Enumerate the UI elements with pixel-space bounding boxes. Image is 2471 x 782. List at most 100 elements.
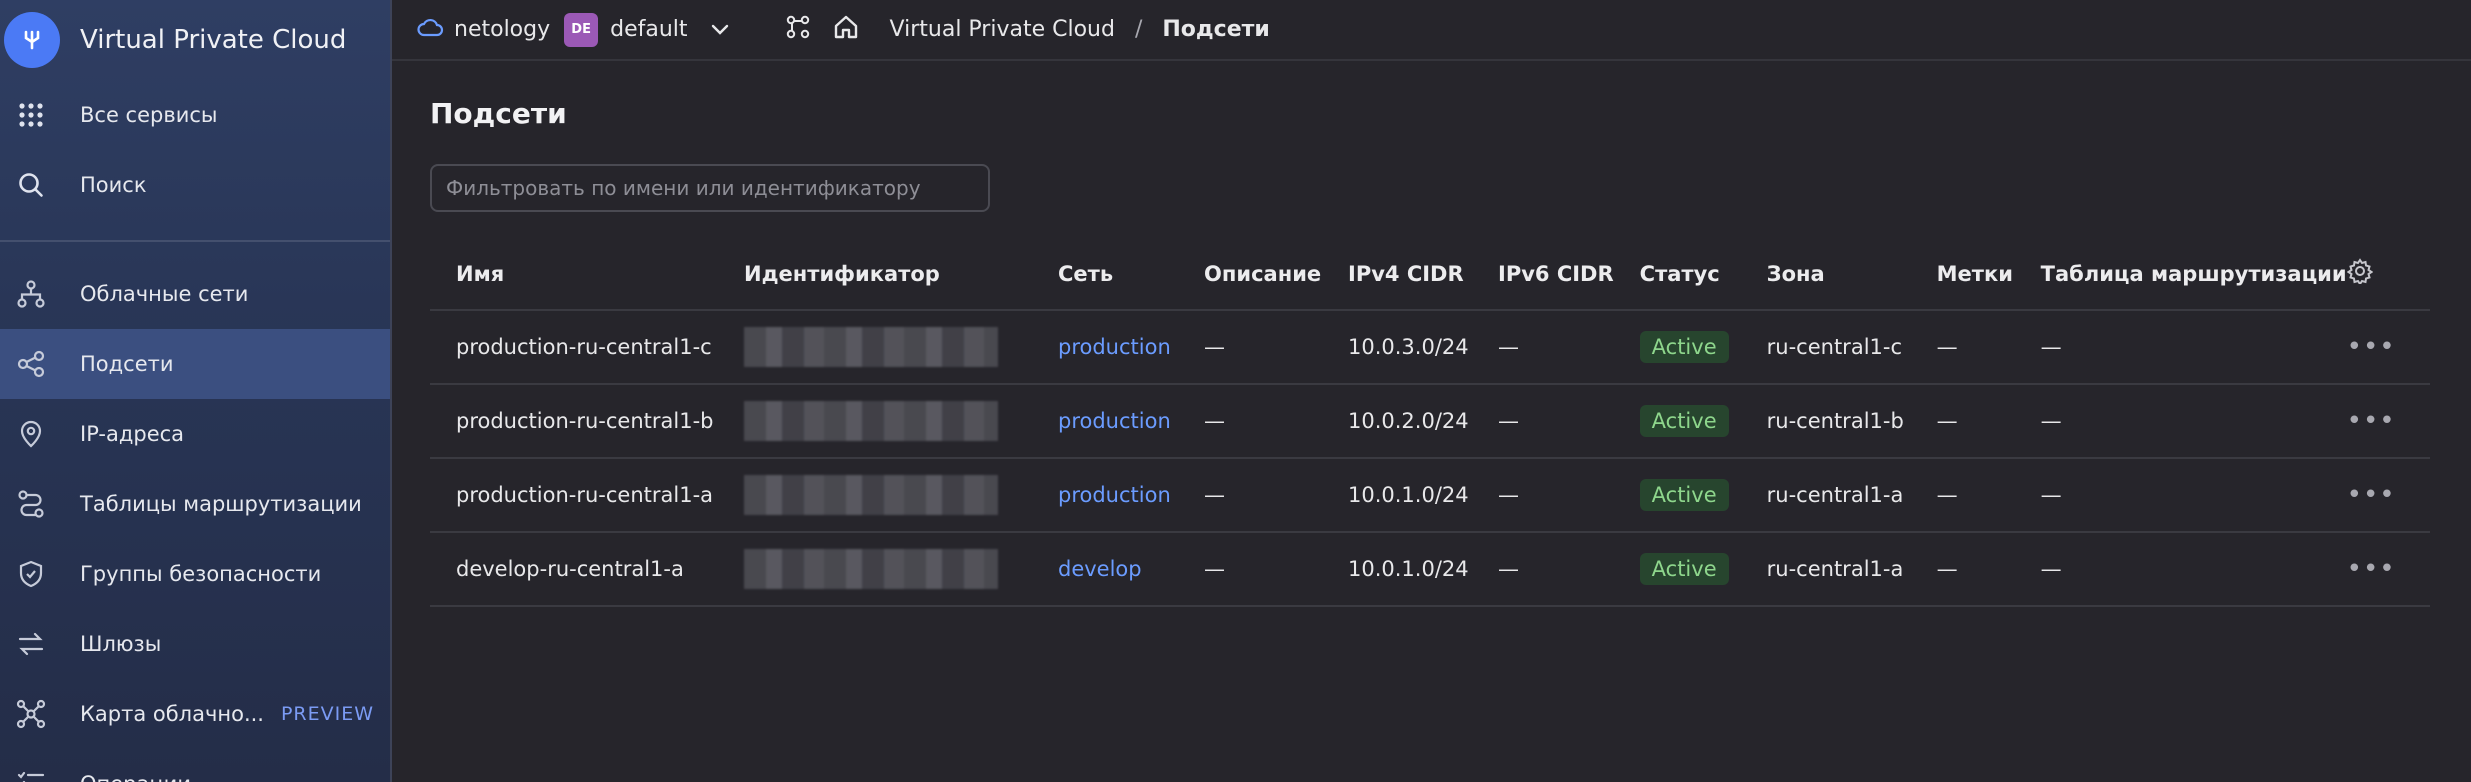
sidebar-item-label: Таблицы маршрутизации bbox=[80, 492, 362, 516]
location-pin-icon bbox=[16, 419, 46, 449]
route-icon bbox=[16, 489, 46, 519]
cell-zone: ru-central1-a bbox=[1740, 458, 1911, 533]
cell-actions[interactable]: ••• bbox=[2346, 532, 2430, 607]
cell-ipv4: 10.0.3.0/24 bbox=[1322, 310, 1472, 385]
column-header-ipv6[interactable]: IPv6 CIDR bbox=[1472, 238, 1614, 311]
cell-zone: ru-central1-b bbox=[1740, 384, 1911, 459]
grid-icon bbox=[16, 100, 46, 130]
cell-zone: ru-central1-a bbox=[1740, 532, 1911, 607]
cell-labels: — bbox=[1910, 310, 2015, 385]
cell-ipv6: — bbox=[1472, 310, 1614, 385]
subnet-icon bbox=[16, 349, 46, 379]
filter-input[interactable] bbox=[430, 164, 990, 212]
shield-icon bbox=[16, 559, 46, 589]
sidebar-header[interactable]: Virtual Private Cloud bbox=[0, 0, 390, 80]
cell-ipv4: 10.0.1.0/24 bbox=[1322, 532, 1472, 607]
cell-ipv4: 10.0.1.0/24 bbox=[1322, 458, 1472, 533]
cell-actions[interactable]: ••• bbox=[2346, 310, 2430, 385]
cell-route-table: — bbox=[2014, 532, 2347, 607]
sidebar-item-security-groups[interactable]: Группы безопасности bbox=[0, 539, 390, 609]
column-header-status[interactable]: Статус bbox=[1613, 238, 1741, 311]
vpc-logo-icon bbox=[4, 12, 60, 68]
cell-ipv6: — bbox=[1472, 384, 1614, 459]
network-link[interactable]: develop bbox=[1058, 557, 1142, 581]
sidebar-item-cloud-networks[interactable]: Облачные сети bbox=[0, 259, 390, 329]
column-header-ipv4[interactable]: IPv4 CIDR bbox=[1322, 238, 1472, 311]
preview-badge: PREVIEW bbox=[280, 703, 374, 725]
cell-status: Active bbox=[1613, 384, 1741, 459]
cell-network[interactable]: production bbox=[1032, 384, 1178, 459]
table-row[interactable]: production-ru-central1-c production — 10… bbox=[430, 310, 2430, 385]
redacted-id bbox=[744, 401, 998, 441]
cloud-selector[interactable]: netology bbox=[454, 17, 550, 42]
sidebar-item-cloud-map[interactable]: Карта облачно... PREVIEW bbox=[0, 679, 390, 749]
sidebar-item-route-tables[interactable]: Таблицы маршрутизации bbox=[0, 469, 390, 539]
cell-status: Active bbox=[1613, 532, 1741, 607]
services-graph-icon[interactable] bbox=[784, 13, 812, 47]
cell-description: — bbox=[1178, 310, 1322, 385]
network-link[interactable]: production bbox=[1058, 335, 1171, 359]
more-actions-icon[interactable]: ••• bbox=[2347, 332, 2396, 362]
service-title: Virtual Private Cloud bbox=[80, 25, 347, 55]
table-header-row: Имя Идентификатор Сеть Описание IPv4 CID… bbox=[430, 238, 2430, 311]
sidebar-item-label: Поиск bbox=[80, 173, 147, 197]
breadcrumb-service[interactable]: Virtual Private Cloud bbox=[890, 17, 1115, 42]
list-check-icon bbox=[16, 769, 46, 782]
sidebar-item-label: Подсети bbox=[80, 352, 174, 376]
network-link[interactable]: production bbox=[1058, 483, 1171, 507]
cloud-icon bbox=[416, 16, 444, 44]
more-actions-icon[interactable]: ••• bbox=[2347, 554, 2396, 584]
subnets-table: Имя Идентификатор Сеть Описание IPv4 CID… bbox=[430, 238, 2430, 607]
folder-selector[interactable]: default bbox=[610, 17, 687, 42]
redacted-id bbox=[744, 549, 998, 589]
home-icon[interactable] bbox=[832, 13, 860, 47]
column-header-description[interactable]: Описание bbox=[1178, 238, 1322, 311]
cell-actions[interactable]: ••• bbox=[2346, 384, 2430, 459]
redacted-id bbox=[744, 475, 998, 515]
cell-network[interactable]: production bbox=[1032, 458, 1178, 533]
cell-labels: — bbox=[1910, 532, 2015, 607]
cell-name: production-ru-central1-a bbox=[430, 458, 718, 533]
table-settings[interactable] bbox=[2346, 238, 2430, 311]
sidebar-item-gateways[interactable]: Шлюзы bbox=[0, 609, 390, 679]
cell-description: — bbox=[1178, 384, 1322, 459]
chevron-down-icon[interactable] bbox=[710, 17, 730, 42]
search-icon bbox=[16, 170, 46, 200]
graph-icon bbox=[16, 699, 46, 729]
cell-route-table: — bbox=[2014, 384, 2347, 459]
sidebar-item-label: Операции bbox=[80, 772, 191, 782]
table-row[interactable]: production-ru-central1-b production — 10… bbox=[430, 384, 2430, 459]
sidebar-item-all-services[interactable]: Все сервисы bbox=[0, 80, 390, 150]
sidebar-item-label: Облачные сети bbox=[80, 282, 249, 306]
table-row[interactable]: develop-ru-central1-a develop — 10.0.1.0… bbox=[430, 532, 2430, 607]
column-header-id[interactable]: Идентификатор bbox=[718, 238, 1032, 311]
network-link[interactable]: production bbox=[1058, 409, 1171, 433]
column-header-name[interactable]: Имя bbox=[430, 238, 718, 311]
column-header-zone[interactable]: Зона bbox=[1740, 238, 1911, 311]
cell-name: develop-ru-central1-a bbox=[430, 532, 718, 607]
status-badge: Active bbox=[1639, 331, 1729, 363]
gear-icon[interactable] bbox=[2346, 258, 2373, 289]
column-header-labels[interactable]: Метки bbox=[1910, 238, 2015, 311]
main-content: Подсети Имя Идентификатор Сеть Описание … bbox=[430, 61, 2471, 607]
table-row[interactable]: production-ru-central1-a production — 10… bbox=[430, 458, 2430, 533]
cell-route-table: — bbox=[2014, 310, 2347, 385]
sidebar-divider bbox=[0, 240, 390, 242]
cell-id bbox=[718, 458, 1032, 533]
more-actions-icon[interactable]: ••• bbox=[2347, 406, 2396, 436]
sidebar-item-ip-addresses[interactable]: IP-адреса bbox=[0, 399, 390, 469]
sidebar-item-search[interactable]: Поиск bbox=[0, 150, 390, 220]
network-icon bbox=[16, 279, 46, 309]
cell-network[interactable]: production bbox=[1032, 310, 1178, 385]
more-actions-icon[interactable]: ••• bbox=[2347, 480, 2396, 510]
sidebar-item-operations[interactable]: Операции bbox=[0, 749, 390, 782]
breadcrumb-current: Подсети bbox=[1162, 17, 1270, 42]
column-header-route-table[interactable]: Таблица маршрутизации bbox=[2014, 238, 2347, 311]
cell-network[interactable]: develop bbox=[1032, 532, 1178, 607]
cell-actions[interactable]: ••• bbox=[2346, 458, 2430, 533]
status-badge: Active bbox=[1639, 553, 1729, 585]
column-header-network[interactable]: Сеть bbox=[1032, 238, 1178, 311]
sidebar-item-subnets[interactable]: Подсети bbox=[0, 329, 390, 399]
sidebar-item-label: Шлюзы bbox=[80, 632, 162, 656]
cell-labels: — bbox=[1910, 384, 2015, 459]
